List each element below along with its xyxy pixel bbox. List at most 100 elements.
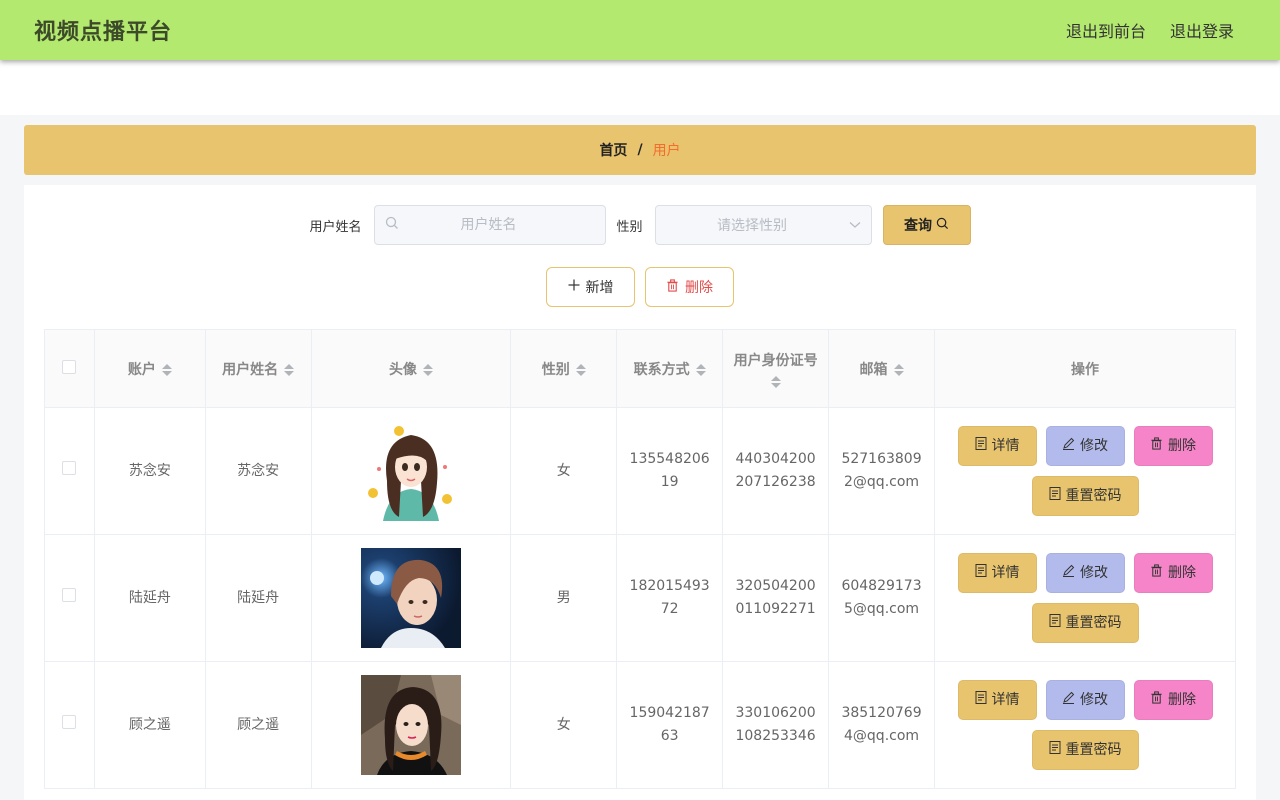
row-select-cell — [44, 661, 95, 789]
col-email-label: 邮箱 — [859, 361, 888, 378]
query-button-label: 查询 — [904, 218, 933, 234]
document-icon — [975, 435, 987, 458]
cell-id-card-text: 320504200011092271 — [735, 578, 816, 617]
col-id-card[interactable]: 用户身份证号 — [722, 329, 830, 408]
select-all-cell — [44, 329, 95, 408]
detail-button[interactable]: 详情 — [957, 680, 1037, 720]
reset-password-button[interactable]: 重置密码 — [1031, 603, 1139, 643]
cell-gender: 女 — [510, 661, 618, 789]
col-gender-label: 性别 — [541, 361, 570, 378]
header-links: 退出到前台 退出登录 — [1066, 18, 1234, 42]
cell-gender: 女 — [510, 407, 618, 535]
row-actions: 详情 修改 删除 重置密码 — [955, 426, 1215, 516]
col-email[interactable]: 邮箱 — [828, 329, 936, 408]
cell-id-card: 330106200108253346 — [722, 661, 830, 789]
reset-password-button[interactable]: 重置密码 — [1031, 476, 1139, 516]
row-checkbox[interactable] — [62, 714, 77, 729]
logout-link[interactable]: 退出登录 — [1170, 18, 1234, 42]
row-select-cell — [44, 407, 95, 535]
col-name-label: 用户姓名 — [222, 361, 279, 378]
col-account[interactable]: 账户 — [93, 329, 206, 408]
cell-actions: 详情 修改 删除 重置密码 — [934, 661, 1236, 789]
cell-id-card: 320504200011092271 — [722, 534, 830, 662]
batch-delete-label: 删除 — [685, 280, 713, 296]
cell-email: 5271638092@qq.com — [828, 407, 936, 535]
search-icon — [936, 217, 949, 234]
cell-phone: 15904218763 — [616, 661, 724, 789]
cell-phone-text: 18201549372 — [629, 578, 710, 617]
col-id-card-label: 用户身份证号 — [733, 352, 818, 369]
row-checkbox[interactable] — [62, 460, 77, 475]
reset-password-label: 重置密码 — [1065, 614, 1122, 631]
col-gender[interactable]: 性别 — [510, 329, 618, 408]
row-actions: 详情 修改 删除 重置密码 — [955, 680, 1215, 770]
add-button[interactable]: 新增 — [546, 267, 635, 307]
cell-phone: 18201549372 — [616, 534, 724, 662]
cell-avatar — [310, 534, 512, 662]
user-table: 账户 用户姓名 头像 性别 联系方式 用户身份证号 邮箱 操作 苏念安 苏念安 — [44, 329, 1236, 789]
trash-icon — [666, 278, 679, 296]
cell-email: 3851207694@qq.com — [828, 661, 936, 789]
detail-button[interactable]: 详情 — [957, 426, 1037, 466]
sort-icon[interactable] — [161, 363, 172, 376]
sort-icon[interactable] — [575, 363, 586, 376]
detail-label: 详情 — [991, 691, 1020, 708]
sort-icon[interactable] — [284, 363, 295, 376]
col-actions: 操作 — [934, 329, 1236, 408]
cell-actions: 详情 修改 删除 重置密码 — [934, 534, 1236, 662]
breadcrumb-home[interactable]: 首页 — [599, 140, 627, 160]
edit-button[interactable]: 修改 — [1045, 426, 1125, 466]
col-name[interactable]: 用户姓名 — [204, 329, 312, 408]
plus-icon — [568, 279, 580, 295]
name-search-field[interactable] — [373, 205, 606, 245]
query-button[interactable]: 查询 — [882, 205, 971, 245]
pencil-icon — [1062, 435, 1075, 458]
cell-email-text: 6048291735@qq.com — [841, 578, 922, 617]
gender-select[interactable]: 请选择性别 — [654, 205, 872, 245]
boy-photo-avatar — [360, 548, 461, 648]
search-form: 用户姓名 性别 请选择性别 查询 — [24, 205, 1256, 245]
chevron-down-icon — [849, 217, 861, 233]
sort-icon[interactable] — [893, 363, 904, 376]
batch-delete-button[interactable]: 删除 — [645, 267, 734, 307]
cell-name: 苏念安 — [204, 407, 312, 535]
col-phone-label: 联系方式 — [633, 361, 690, 378]
name-search-input[interactable] — [398, 217, 579, 233]
back-to-front-link[interactable]: 退出到前台 — [1066, 18, 1146, 42]
header-spacer — [0, 60, 1280, 115]
main-panel: 用户姓名 性别 请选择性别 查询 新增 — [24, 185, 1256, 800]
breadcrumb-current: 用户 — [652, 143, 681, 159]
reset-password-button[interactable]: 重置密码 — [1031, 730, 1139, 770]
col-actions-label: 操作 — [1071, 361, 1099, 378]
delete-label: 删除 — [1168, 691, 1196, 708]
cell-email-text: 3851207694@qq.com — [841, 705, 922, 744]
row-actions: 详情 修改 删除 重置密码 — [955, 553, 1215, 643]
col-phone[interactable]: 联系方式 — [616, 329, 724, 408]
document-icon — [1049, 739, 1061, 762]
sort-icon[interactable] — [422, 363, 433, 376]
row-checkbox[interactable] — [62, 587, 77, 602]
edit-button[interactable]: 修改 — [1045, 680, 1125, 720]
delete-button[interactable]: 删除 — [1133, 680, 1213, 720]
edit-label: 修改 — [1080, 437, 1108, 454]
table-row: 苏念安 苏念安 女 13554820619 440304200207126238… — [44, 407, 1236, 535]
cell-phone: 13554820619 — [616, 407, 724, 535]
edit-button[interactable]: 修改 — [1045, 553, 1125, 593]
trash-icon — [1150, 689, 1163, 712]
select-all-checkbox[interactable] — [62, 359, 77, 374]
sort-icon[interactable] — [695, 363, 706, 376]
reset-password-label: 重置密码 — [1065, 741, 1122, 758]
delete-button[interactable]: 删除 — [1133, 426, 1213, 466]
document-icon — [1049, 612, 1061, 635]
col-account-label: 账户 — [127, 361, 156, 378]
detail-button[interactable]: 详情 — [957, 553, 1037, 593]
row-select-cell — [44, 534, 95, 662]
table-row: 顾之遥 顾之遥 女 15904218763 330106200108253346… — [44, 661, 1236, 789]
document-icon — [975, 689, 987, 712]
col-avatar[interactable]: 头像 — [310, 329, 512, 408]
cell-name: 陆延舟 — [204, 534, 312, 662]
sort-icon[interactable] — [770, 375, 781, 388]
delete-label: 删除 — [1168, 564, 1196, 581]
breadcrumb: 首页 / 用户 — [24, 125, 1256, 175]
delete-button[interactable]: 删除 — [1133, 553, 1213, 593]
